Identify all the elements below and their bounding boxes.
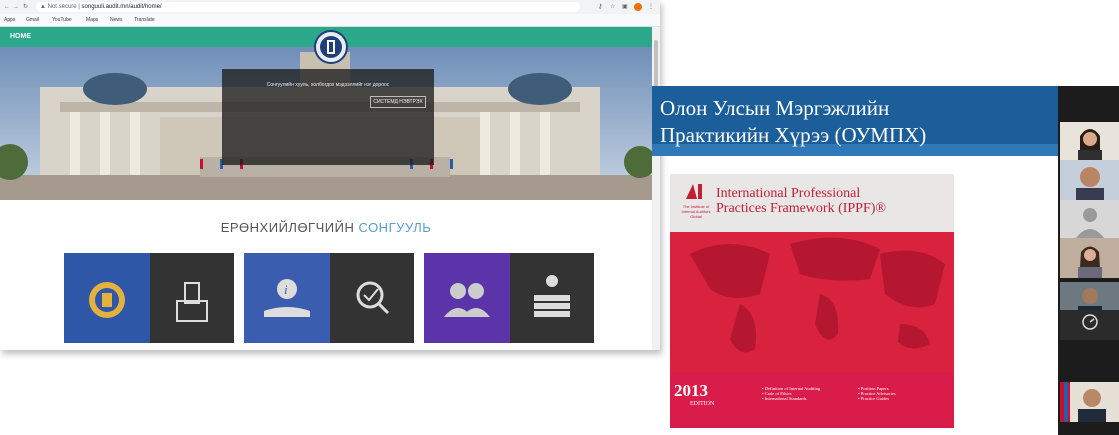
reload-icon[interactable]: ↻ bbox=[23, 0, 28, 14]
back-icon[interactable]: ← bbox=[4, 0, 10, 14]
audit-logo-icon bbox=[314, 30, 348, 64]
info-hand-icon: i bbox=[264, 279, 310, 317]
section-title-highlight: СОНГУУЛЬ bbox=[358, 220, 432, 235]
bookmark-youtube[interactable]: YouTube bbox=[52, 14, 72, 26]
extensions-icon[interactable]: ▣ bbox=[622, 0, 628, 14]
slide-title-line2: Практикийн Хүрээ (ОУМПХ) bbox=[660, 123, 927, 147]
avatar-placeholder-icon bbox=[1076, 208, 1104, 238]
participant-tile[interactable] bbox=[1060, 310, 1119, 340]
bookmark-gmail[interactable]: Gmail bbox=[26, 14, 39, 26]
tile-emblem[interactable] bbox=[64, 253, 150, 343]
nav-home-link[interactable]: HOME bbox=[10, 27, 31, 47]
tile-ballot[interactable] bbox=[150, 253, 234, 343]
browser-toolbar: ← → ↻ ▲ Not secure | songuuli.audit.mn/a… bbox=[0, 0, 660, 14]
section-title: ЕРӨНХИЙЛӨГЧИЙН СОНГУУЛЬ bbox=[0, 220, 652, 235]
url-text: songuuli.audit.mn/audit/home/ bbox=[81, 4, 162, 10]
forward-icon[interactable]: → bbox=[13, 0, 19, 14]
bullets-right: • Position Papers • Practice Advisories … bbox=[858, 386, 896, 401]
star-icon[interactable]: ☆ bbox=[610, 0, 615, 14]
tile-people[interactable] bbox=[424, 253, 510, 343]
book-title: International Professional Practices Fra… bbox=[716, 186, 886, 216]
browser-window: ← → ↻ ▲ Not secure | songuuli.audit.mn/a… bbox=[0, 0, 660, 350]
bookmark-news[interactable]: News bbox=[110, 14, 123, 26]
tile-info[interactable]: i bbox=[244, 253, 330, 343]
login-system-button[interactable]: СИСТЕМД НЭВТРЭХ bbox=[370, 96, 426, 108]
people-icon bbox=[444, 283, 490, 317]
key-icon[interactable]: ⚷ bbox=[598, 0, 602, 14]
bookmark-maps[interactable]: Maps bbox=[86, 14, 98, 26]
tile-books[interactable] bbox=[510, 253, 594, 343]
ballot-box-icon bbox=[176, 282, 208, 322]
book-title-line1: International Professional bbox=[716, 186, 861, 201]
bookmarks-bar: Apps Gmail YouTube Maps News Translate bbox=[0, 14, 660, 27]
bullet-item: • International Standards bbox=[762, 396, 807, 401]
address-bar[interactable]: ▲ Not secure | songuuli.audit.mn/audit/h… bbox=[36, 2, 580, 12]
profile-avatar[interactable] bbox=[634, 3, 642, 11]
book-title-line2: Practices Framework (IPPF)® bbox=[716, 201, 887, 216]
iia-logo-icon bbox=[684, 182, 706, 200]
book-org-name: The Institute of Internal Auditors Globa… bbox=[681, 204, 711, 219]
magnifier-check-icon bbox=[356, 281, 390, 315]
section-title-main: ЕРӨНХИЙЛӨГЧИЙН bbox=[220, 220, 355, 235]
participant-video[interactable] bbox=[1060, 238, 1119, 278]
slide-title-line1: Олон Улсын Мэргэжлийн bbox=[660, 96, 890, 120]
book-edition: EDITION bbox=[690, 401, 715, 407]
state-emblem-icon bbox=[89, 282, 125, 318]
svg-text:i: i bbox=[284, 282, 288, 297]
security-label: Not secure bbox=[47, 4, 77, 10]
slide-title: Олон Улсын Мэргэжлийн Практикийн Хүрээ (… bbox=[660, 95, 926, 149]
participant-video[interactable] bbox=[1060, 160, 1119, 200]
participant-video[interactable] bbox=[1060, 382, 1119, 422]
bullets-left: • Definition of Internal Auditing • Code… bbox=[762, 386, 820, 401]
tile-audit[interactable] bbox=[330, 253, 414, 343]
bullet-item: • Practice Guides bbox=[858, 396, 890, 401]
menu-icon[interactable]: ⋮ bbox=[648, 0, 654, 14]
books-icon bbox=[534, 275, 570, 317]
bookmark-translate[interactable]: Translate bbox=[134, 14, 155, 26]
hero-text: Сонгуулийн хууль, холбогдох мэдээллийг н… bbox=[266, 82, 390, 88]
warning-icon: ▲ bbox=[40, 4, 46, 10]
participant-video[interactable] bbox=[1060, 122, 1119, 162]
hero-banner bbox=[0, 47, 652, 200]
book-year: 2013 bbox=[674, 381, 708, 400]
participant-video[interactable] bbox=[1060, 200, 1119, 240]
bookmark-apps[interactable]: Apps bbox=[4, 14, 15, 26]
